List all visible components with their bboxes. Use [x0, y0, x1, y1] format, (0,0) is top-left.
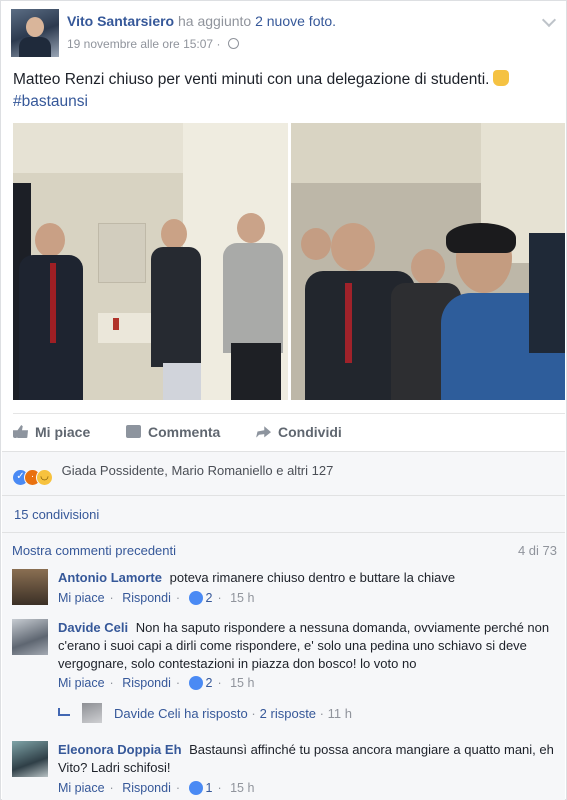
comment-like-count[interactable]: 1 — [206, 781, 213, 795]
comment-actions: Mi piace · Rispondi · 2 · 15 h — [58, 591, 255, 605]
commenter-name[interactable]: Eleonora Doppia Eh — [58, 742, 182, 757]
thumbs-up-emoji-icon — [493, 70, 510, 86]
globe-icon — [227, 38, 239, 49]
author-avatar[interactable] — [11, 9, 59, 57]
divider — [2, 495, 565, 496]
author-line: Vito Santarsiero ha aggiunto 2 nuove fot… — [67, 13, 336, 29]
thumbs-up-icon — [13, 425, 28, 438]
reply-count[interactable]: 2 risposte — [260, 706, 316, 721]
photo-grid — [13, 123, 565, 400]
comment-time[interactable]: 15 h — [230, 676, 254, 690]
like-badge-icon — [188, 781, 203, 795]
like-badge-icon — [188, 591, 203, 605]
comment-time[interactable]: 15 h — [230, 781, 254, 795]
comment-reply-link[interactable]: Rispondi — [122, 676, 171, 690]
like-button[interactable]: Mi piace — [13, 424, 90, 440]
comment-bubble-icon — [126, 425, 141, 438]
reply-author: Davide Celi — [114, 706, 181, 721]
commenter-avatar[interactable] — [12, 569, 48, 605]
reactions-text: Giada Possidente, Mario Romaniello e alt… — [61, 463, 334, 478]
divider — [2, 532, 565, 533]
like-badge-icon — [188, 676, 203, 690]
comment-body: Eleonora Doppia Eh Bastaunsì affinché tu… — [58, 741, 558, 777]
commenter-avatar[interactable] — [12, 741, 48, 777]
reply-action: ha risposto — [184, 706, 248, 721]
comment-body: Davide Celi Non ha saputo rispondere a n… — [58, 619, 558, 673]
comment-actions: Mi piace · Rispondi · 1 · 15 h — [58, 781, 255, 795]
replies-summary[interactable]: Davide Celi ha risposto · 2 risposte · 11… — [58, 703, 538, 723]
reactions-summary[interactable]: ✓ · ◡ Giada Possidente, Mario Romaniello e… — [12, 463, 333, 486]
facebook-post: Vito Santarsiero ha aggiunto 2 nuove fot… — [0, 0, 567, 800]
comment-reply-link[interactable]: Rispondi — [122, 591, 171, 605]
commenter-name[interactable]: Antonio Lamorte — [58, 570, 162, 585]
comment-reply-link[interactable]: Rispondi — [122, 781, 171, 795]
post-actions: Mi piace Commenta Condividi — [13, 413, 565, 451]
chevron-down-icon[interactable] — [541, 12, 557, 28]
reply-avatar — [82, 703, 102, 723]
reply-time: 11 h — [327, 706, 352, 721]
post-meta: 19 novembre alle ore 15:07 · — [67, 37, 239, 51]
author-name[interactable]: Vito Santarsiero — [67, 13, 174, 29]
comment-counter: 4 di 73 — [517, 543, 557, 558]
comment-actions: Mi piace · Rispondi · 2 · 15 h — [58, 676, 255, 690]
photo-1[interactable] — [13, 123, 288, 400]
share-arrow-icon — [256, 426, 271, 438]
view-previous-comments[interactable]: Mostra commenti precedenti — [12, 543, 176, 558]
commenter-name[interactable]: Davide Celi — [58, 620, 128, 635]
comment-like-link[interactable]: Mi piace — [58, 781, 105, 795]
hashtag-link[interactable]: #bastaunsi — [13, 93, 88, 110]
share-button[interactable]: Condividi — [256, 424, 342, 440]
reply-arrow-icon — [58, 708, 70, 716]
photo-2[interactable] — [291, 123, 565, 400]
post-text: Matteo Renzi chiuso per venti minuti con… — [13, 69, 553, 113]
comment-like-count[interactable]: 2 — [206, 591, 213, 605]
shares-count[interactable]: 15 condivisioni — [14, 507, 99, 522]
commenter-avatar[interactable] — [12, 619, 48, 655]
feedback-section: ✓ · ◡ Giada Possidente, Mario Romaniello e… — [2, 451, 565, 800]
comment-text: Non ha saputo rispondere a nessuna doman… — [58, 620, 550, 671]
comment-like-link[interactable]: Mi piace — [58, 676, 105, 690]
photo-count-link[interactable]: 2 nuove foto. — [255, 13, 336, 29]
comment-text: poteva rimanere chiuso dentro e buttare … — [169, 570, 456, 585]
haha-reaction-icon: ◡ — [36, 469, 53, 486]
post-message: Matteo Renzi chiuso per venti minuti con… — [13, 71, 490, 88]
comment-like-count[interactable]: 2 — [206, 676, 213, 690]
post-header: Vito Santarsiero ha aggiunto 2 nuove fot… — [11, 9, 558, 57]
comment-button[interactable]: Commenta — [126, 424, 220, 440]
post-timestamp[interactable]: 19 novembre alle ore 15:07 — [67, 37, 213, 51]
comment-body: Antonio Lamorte poteva rimanere chiuso d… — [58, 569, 558, 587]
comment-time[interactable]: 15 h — [230, 591, 254, 605]
comment-like-link[interactable]: Mi piace — [58, 591, 105, 605]
divider — [2, 451, 565, 452]
action-text: ha aggiunto — [178, 13, 252, 29]
